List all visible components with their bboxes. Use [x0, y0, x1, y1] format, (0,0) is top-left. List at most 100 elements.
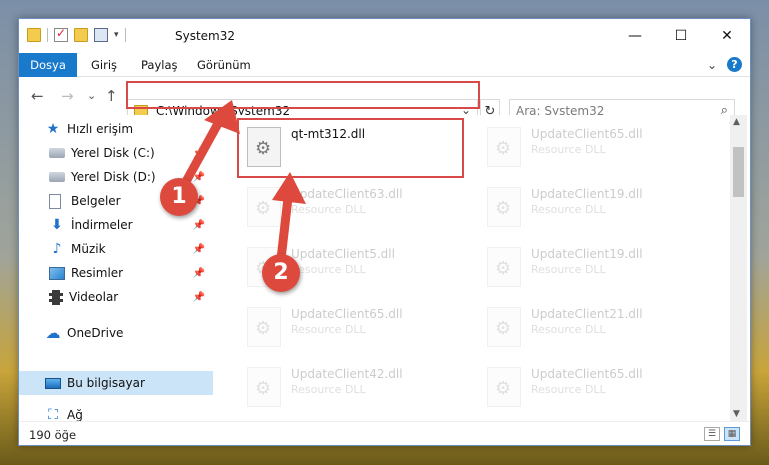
details-view-icon[interactable]: ☰ — [704, 427, 720, 441]
pin-icon: 📌 — [192, 147, 205, 159]
sidebar-item-disk-c[interactable]: Yerel Disk (C:) 📌 — [19, 141, 213, 165]
close-button[interactable]: ✕ — [704, 19, 750, 53]
file-tile-qt-mt312[interactable]: qt-mt312.dll — [239, 119, 479, 177]
sidebar-item-label: İndirmeler — [71, 218, 133, 232]
dll-file-icon — [487, 127, 521, 167]
step-2-badge: 2 — [262, 254, 300, 292]
disk-icon — [49, 172, 65, 182]
file-type: Resource DLL — [291, 383, 366, 396]
pin-icon: 📌 — [192, 171, 205, 183]
pin-icon: 📌 — [192, 267, 205, 279]
file-type: Resource DLL — [531, 143, 606, 156]
file-name: UpdateClient5.dll — [291, 247, 395, 261]
file-tile[interactable]: UpdateClient19.dll Resource DLL — [479, 179, 719, 237]
toolbar-divider — [124, 28, 126, 42]
tab-giris[interactable]: Giriş — [79, 53, 129, 77]
maximize-button[interactable]: ☐ — [658, 19, 704, 53]
scroll-down-icon[interactable]: ▼ — [733, 409, 740, 419]
quick-access-toolbar: ▾ — [27, 26, 126, 42]
music-icon: ♪ — [52, 241, 62, 257]
qat-dropdown-icon[interactable]: ▾ — [114, 30, 119, 40]
pin-icon: 📌 — [192, 291, 205, 303]
file-type: Resource DLL — [531, 383, 606, 396]
step-1-badge: 1 — [160, 178, 198, 216]
file-type: Resource DLL — [531, 203, 606, 216]
dll-file-icon — [247, 367, 281, 407]
scroll-up-icon[interactable]: ▲ — [733, 117, 740, 127]
sidebar-item-label: Videolar — [69, 290, 119, 304]
ribbon-tabs: Dosya Giriş Paylaş Görünüm ⌄ ? — [19, 53, 750, 77]
sidebar-item-quick-access[interactable]: ★ Hızlı erişim — [19, 117, 213, 141]
sidebar-item-label: Belgeler — [71, 194, 121, 208]
file-name: UpdateClient65.dll — [291, 307, 403, 321]
status-bar: 190 öğe ☰ ▦ — [19, 421, 750, 445]
new-folder-icon[interactable] — [74, 28, 88, 42]
file-tile[interactable]: UpdateClient21.dll Resource DLL — [479, 299, 719, 357]
file-tile[interactable]: UpdateClient65.dll Resource DLL — [239, 299, 479, 357]
pin-icon: 📌 — [192, 243, 205, 255]
file-name: UpdateClient42.dll — [291, 367, 403, 381]
title-bar: ▾ System32 — ☐ ✕ — [19, 19, 750, 53]
sidebar-item-label: OneDrive — [67, 326, 124, 340]
file-tile[interactable]: UpdateClient65.dll Resource DLL — [479, 119, 719, 177]
sidebar-item-label: Yerel Disk (C:) — [71, 146, 155, 160]
vertical-scrollbar[interactable]: ▲ ▼ — [730, 115, 747, 421]
file-type: Resource DLL — [531, 263, 606, 276]
file-list: qt-mt312.dll UpdateClient65.dll Resource… — [231, 115, 729, 421]
sidebar-item-music[interactable]: ♪ Müzik 📌 — [19, 237, 213, 261]
file-type: Resource DLL — [291, 323, 366, 336]
up-arrow-icon[interactable]: ↑ — [105, 87, 118, 105]
sidebar-item-label: Müzik — [71, 242, 106, 256]
sidebar-item-label: Hızlı erişim — [67, 122, 134, 136]
star-icon: ★ — [46, 121, 60, 137]
toolbar-divider — [47, 28, 48, 42]
computer-icon — [45, 377, 61, 389]
tab-gorunum[interactable]: Görünüm — [185, 53, 263, 77]
file-tile[interactable]: UpdateClient65.dll Resource DLL — [479, 359, 719, 417]
back-arrow-icon[interactable]: ← — [31, 87, 44, 105]
file-name: UpdateClient65.dll — [531, 127, 643, 141]
sidebar-item-label: Yerel Disk (D:) — [71, 170, 156, 184]
cloud-icon: ☁ — [45, 324, 61, 342]
file-name: qt-mt312.dll — [291, 127, 366, 141]
sidebar-item-label: Ağ — [67, 408, 83, 422]
window-title: System32 — [175, 29, 236, 43]
file-name: UpdateClient21.dll — [531, 307, 643, 321]
recent-locations-icon[interactable]: ⌄ — [87, 89, 96, 102]
dll-file-icon — [487, 247, 521, 287]
tab-dosya[interactable]: Dosya — [19, 53, 77, 77]
tiles-view-icon[interactable]: ▦ — [724, 427, 740, 441]
file-tile[interactable]: UpdateClient19.dll Resource DLL — [479, 239, 719, 297]
sidebar-item-videos[interactable]: Videolar 📌 — [19, 285, 213, 309]
document-icon — [49, 193, 61, 209]
file-type: Resource DLL — [291, 263, 366, 276]
sidebar-item-downloads[interactable]: ⬇ İndirmeler 📌 — [19, 213, 213, 237]
file-type: Resource DLL — [531, 323, 606, 336]
forward-arrow-icon[interactable]: → — [61, 87, 74, 105]
dll-file-icon — [487, 367, 521, 407]
sidebar-item-this-pc[interactable]: Bu bilgisayar — [19, 371, 213, 395]
file-name: UpdateClient65.dll — [531, 367, 643, 381]
sidebar-item-label: Bu bilgisayar — [67, 376, 145, 390]
file-tile[interactable]: UpdateClient42.dll Resource DLL — [239, 359, 479, 417]
ribbon-expand-icon[interactable]: ⌄ — [707, 58, 717, 72]
file-tile[interactable]: UpdateClient63.dll Resource DLL — [239, 179, 479, 237]
folder-icon — [27, 28, 41, 42]
pictures-icon — [49, 266, 65, 280]
sidebar-item-onedrive[interactable]: ☁ OneDrive — [19, 321, 213, 345]
minimize-button[interactable]: — — [612, 19, 658, 53]
help-icon[interactable]: ? — [727, 57, 742, 72]
scroll-thumb[interactable] — [733, 147, 744, 197]
disk-icon — [49, 148, 65, 158]
explorer-window: ▾ System32 — ☐ ✕ Dosya Giriş Paylaş Görü… — [18, 18, 751, 446]
properties-check-icon[interactable] — [54, 26, 68, 42]
item-count: 190 öğe — [29, 428, 77, 442]
customize-icon[interactable] — [94, 28, 108, 42]
file-name: UpdateClient19.dll — [531, 187, 643, 201]
dll-file-icon — [247, 307, 281, 347]
tab-paylas[interactable]: Paylaş — [129, 53, 190, 77]
sidebar-item-label: Resimler — [71, 266, 124, 280]
file-name: UpdateClient19.dll — [531, 247, 643, 261]
videos-icon — [49, 289, 63, 305]
sidebar-item-pictures[interactable]: Resimler 📌 — [19, 261, 213, 285]
